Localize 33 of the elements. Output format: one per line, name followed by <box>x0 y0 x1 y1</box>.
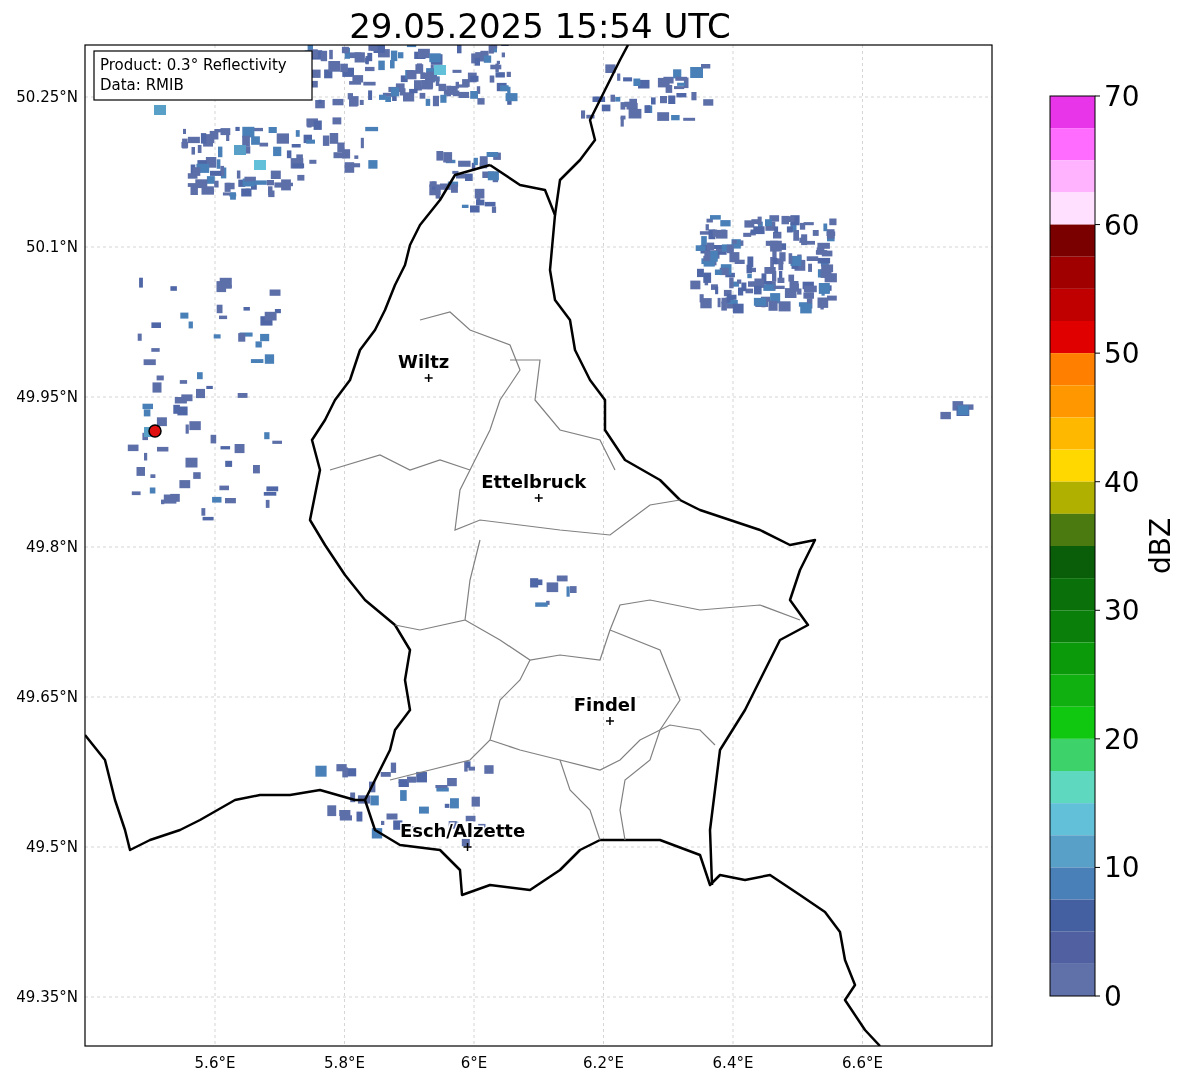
city-marker-icon <box>605 716 615 726</box>
city-marker-icon <box>534 493 544 503</box>
axis-tick-label: 6.6°E <box>842 1054 883 1072</box>
city-label: Wiltz <box>398 351 450 372</box>
city-marker-icon <box>423 373 434 383</box>
colorbar-tick-label: 30 <box>1104 594 1140 628</box>
axis-tick-label: 50.1°N <box>25 238 78 256</box>
colorbar-label: dBZ <box>1144 517 1177 575</box>
colorbar-tick-label: 0 <box>1104 980 1122 1013</box>
city-marker-icon <box>462 842 473 852</box>
axis-tick-label: 49.8°N <box>25 538 78 556</box>
axis-tick-label: 50.25°N <box>16 88 78 106</box>
axis-tick-label: 49.65°N <box>16 688 78 706</box>
axis-tick-label: 49.95°N <box>16 388 78 406</box>
axis-tick-label: 6.2°E <box>583 1054 624 1072</box>
radar-site-marker <box>148 424 162 438</box>
city-label: Ettelbruck <box>481 471 587 492</box>
axis-tick-label: 5.8°E <box>324 1054 365 1072</box>
colorbar-tick-label: 40 <box>1104 465 1140 499</box>
colorbar-tick-label: 60 <box>1104 208 1140 242</box>
colorbar-tick-label: 10 <box>1104 851 1140 885</box>
colorbar-tick-label: 50 <box>1104 337 1140 371</box>
axis-tick-label: 6°E <box>460 1054 488 1072</box>
axis-tick-label: 49.35°N <box>16 988 78 1006</box>
info-text: Product: 0.3° Reflectivity <box>100 56 287 74</box>
axis-tick-label: 49.5°N <box>25 838 78 856</box>
figure-title: 29.05.2025 15:54 UTC <box>349 6 731 46</box>
colorbar-tick-label: 70 <box>1104 80 1140 113</box>
colorbar-tick-label: 20 <box>1104 722 1140 756</box>
info-text: Data: RMIB <box>100 76 184 94</box>
axis-tick-label: 6.4°E <box>712 1054 754 1072</box>
axis-tick-label: 5.6°E <box>194 1054 236 1072</box>
city-label: Findel <box>573 694 637 715</box>
